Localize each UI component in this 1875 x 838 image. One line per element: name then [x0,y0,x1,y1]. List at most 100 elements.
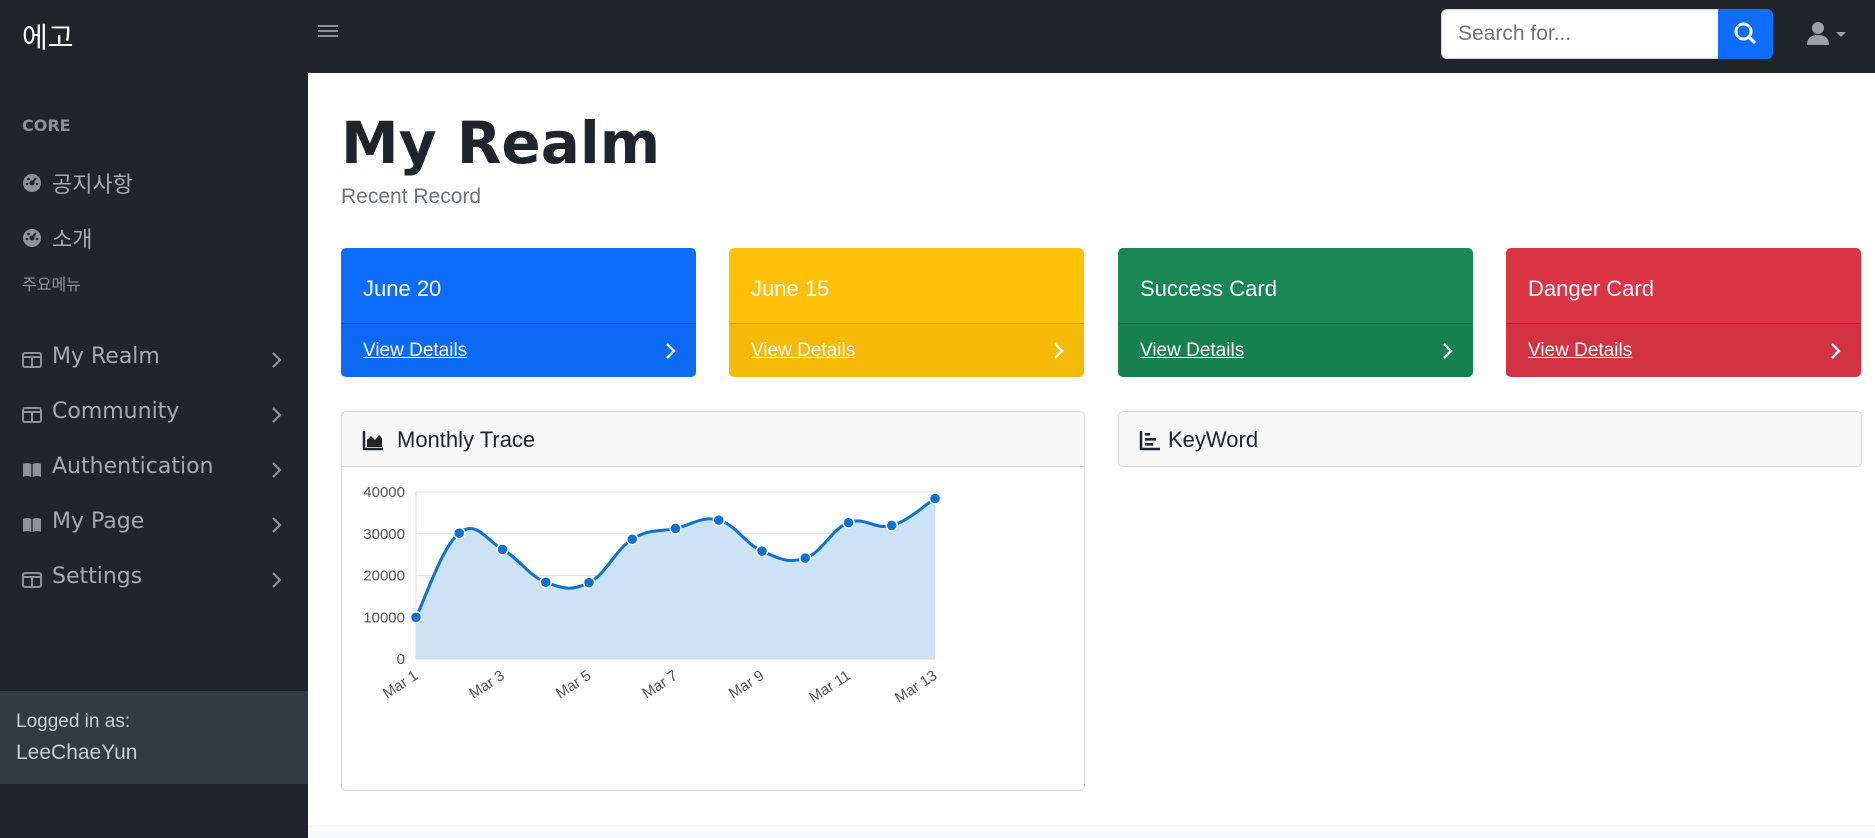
y-tick-label: 20000 [363,568,405,585]
area-chart-icon [362,431,383,451]
logged-in-label: Logged in as: [16,711,131,732]
data-point [885,519,898,532]
chevron-right-icon [272,572,282,588]
data-point [755,544,769,558]
caret-down-icon [1836,32,1846,37]
card-footer: View Details [1506,323,1861,377]
card-primary: June 20 View Details [341,248,696,377]
logged-in-user: LeeChaeYun [16,741,138,764]
sidebar-item-label: 공지사항 [52,173,133,198]
y-tick-label: 10000 [363,609,405,626]
panel-header: Monthly Trace [342,412,1084,467]
panel-title: KeyWord [1168,427,1259,452]
x-tick-label: Mar 9 [726,667,767,702]
top-navbar: 에고 [0,0,1875,73]
chevron-right-icon [1831,343,1841,359]
monthly-trace-chart: 0 10000 20000 30000 40000 Mar 1 Mar 3 Mar 5 Mar … [363,484,942,707]
sidebar-item-my-realm[interactable]: My Realm [0,332,308,388]
sidebar-item-label: Settings [52,564,143,589]
card-footer: View Details [341,323,696,377]
data-point [453,526,466,540]
card-title: June 20 [363,276,442,301]
card-title: Success Card [1140,276,1277,301]
brand-logo[interactable]: 에고 [22,16,74,56]
columns-icon [22,407,42,423]
card-title: June 15 [751,276,830,301]
view-details-link[interactable]: View Details [1528,340,1632,362]
sidebar: CORE 공지사항 소개 주요메뉴 My Realm Community Aut… [0,73,308,838]
search-form [1441,9,1773,59]
chevron-right-icon [272,517,282,533]
book-icon [23,518,41,532]
sidebar-item-about[interactable]: 소개 [0,210,308,266]
x-tick-label: Mar 5 [553,667,594,702]
sidebar-item-notice[interactable]: 공지사항 [0,155,308,211]
sidebar-toggle-button[interactable] [318,22,338,42]
sidebar-item-my-page[interactable]: My Page [0,497,308,553]
sidebar-item-authentication[interactable]: Authentication [0,442,308,498]
data-point [496,543,509,556]
page-title: My Realm [341,109,661,177]
sidebar-item-label: My Page [52,509,145,534]
chevron-right-icon [272,462,282,478]
card-title: Danger Card [1528,276,1654,301]
card-footer: View Details [1118,323,1473,377]
user-dropdown[interactable] [1806,20,1852,50]
x-tick-label: Mar 11 [806,667,853,706]
data-point [582,576,596,589]
chevron-right-icon [1054,343,1064,359]
chevron-right-icon [272,352,282,368]
panel-header: KeyWord [1119,412,1861,466]
data-point [842,516,855,529]
page-subtitle: Recent Record [341,185,482,208]
dashboard-icon [23,174,41,192]
data-point [669,522,682,535]
monthly-trace-panel: Monthly Trace 0 10000 20000 30000 40000 Mar 1… [341,411,1085,791]
y-tick-label: 30000 [363,526,405,543]
data-point [712,513,725,527]
view-details-link[interactable]: View Details [751,340,855,362]
panel-title: Monthly Trace [397,427,536,452]
sidebar-item-label: Community [52,399,180,424]
card-success: Success Card View Details [1118,248,1473,377]
sidebar-item-settings[interactable]: Settings [0,552,308,608]
card-warning: June 15 View Details [729,248,1084,377]
sidebar-heading-main: 주요메뉴 [22,275,81,294]
bar-chart-icon [1139,431,1160,451]
keyword-panel: KeyWord [1118,411,1862,467]
sidebar-item-community[interactable]: Community [0,387,308,443]
user-icon [1807,22,1846,45]
x-tick-label: Mar 3 [466,667,507,702]
hamburger-icon [318,25,338,27]
dashboard-icon [23,229,41,247]
chevron-right-icon [272,407,282,423]
x-tick-label: Mar 13 [892,667,940,707]
main-content: My Realm Recent Record June 20 View Deta… [308,73,1875,825]
data-point [928,492,942,505]
view-details-link[interactable]: View Details [363,340,467,362]
search-input[interactable] [1441,9,1718,59]
y-tick-label: 40000 [363,484,405,501]
data-point [539,575,552,589]
x-tick-label: Mar 7 [639,667,680,702]
sidebar-item-label: Authentication [52,454,214,479]
columns-icon [22,572,42,588]
y-tick-label: 0 [397,651,405,668]
sidebar-item-label: 소개 [52,228,93,253]
data-point [799,551,812,565]
view-details-link[interactable]: View Details [1140,340,1244,362]
chevron-right-icon [666,343,676,359]
data-point [409,611,423,624]
x-tick-label: Mar 1 [380,667,421,702]
search-icon [1734,22,1756,44]
data-point [626,533,639,546]
chevron-right-icon [1443,343,1453,359]
card-danger: Danger Card View Details [1506,248,1861,377]
book-icon [23,463,41,477]
columns-icon [22,352,42,368]
card-footer: View Details [729,323,1084,377]
search-button[interactable] [1718,9,1773,59]
sidebar-heading-core: CORE [22,116,71,135]
sidebar-footer: Logged in as: LeeChaeYun [0,691,308,784]
sidebar-item-label: My Realm [52,344,160,369]
